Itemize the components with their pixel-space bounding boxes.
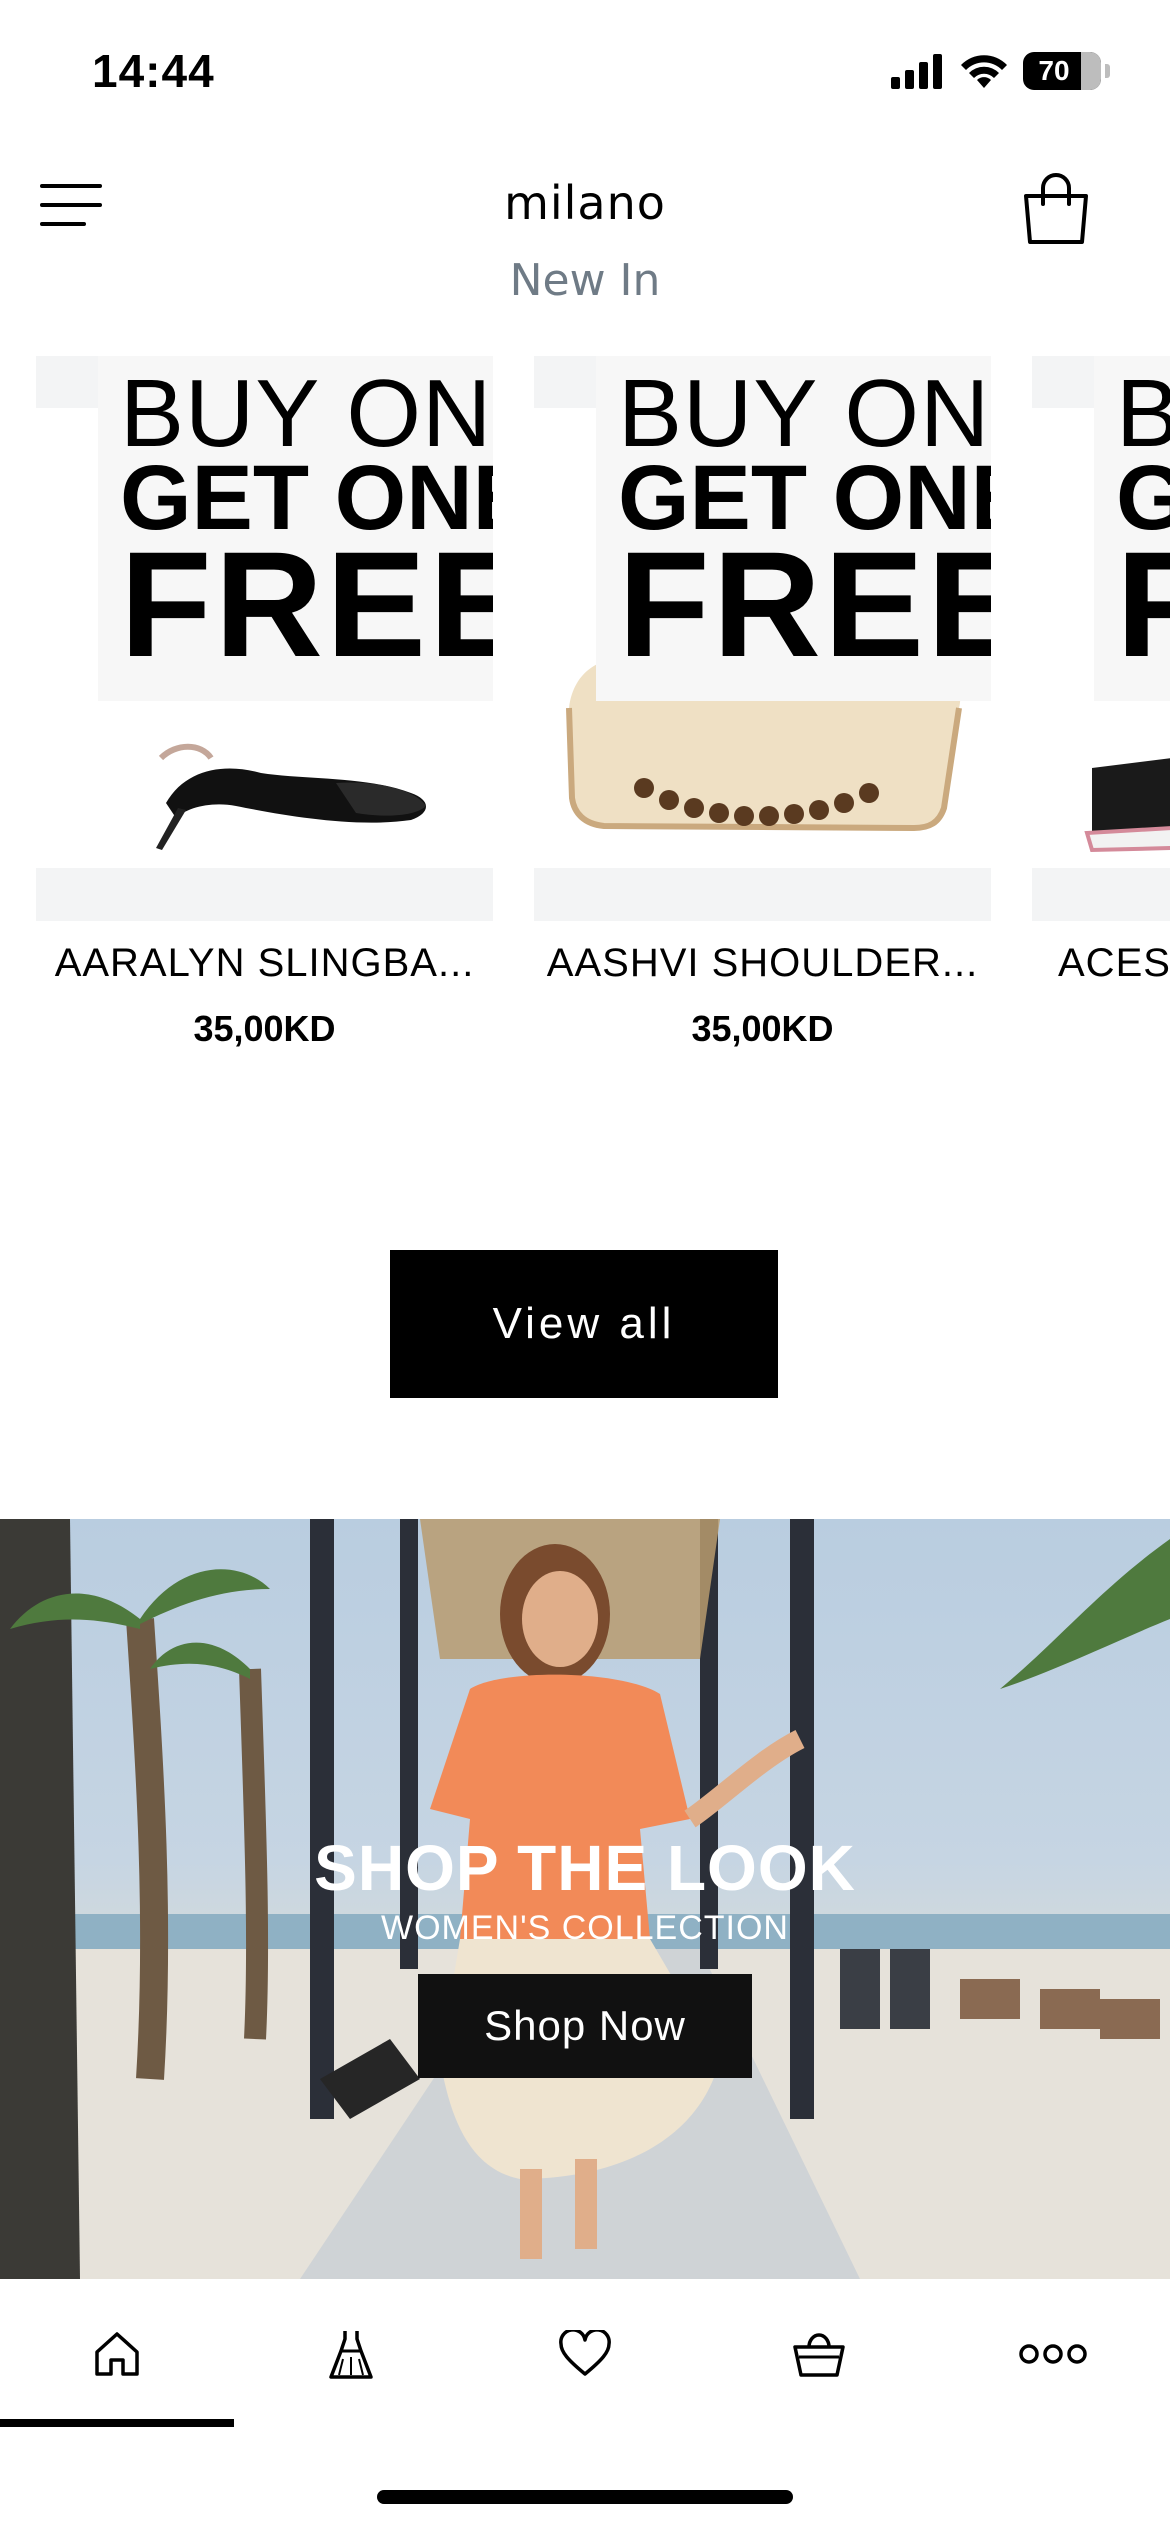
tab-cart[interactable] (702, 2279, 936, 2429)
product-price: 35,00KD (193, 1008, 336, 1049)
shopping-bag-icon[interactable] (1018, 170, 1094, 246)
app-header: milano (0, 150, 1170, 270)
shop-the-look-banner[interactable]: SHOP THE LOOK WOMEN'S COLLECTION Shop No… (0, 1519, 1170, 2279)
status-time: 14:44 (92, 45, 215, 97)
wifi-icon (961, 55, 1007, 88)
promo-line: FREE (120, 520, 493, 688)
product-card[interactable]: BUY ONE GET ONE FREE AARALYN SLINGBA... … (36, 356, 493, 1050)
product-price: 35,00KD (691, 1008, 834, 1049)
home-indicator[interactable] (377, 2490, 793, 2504)
active-tab-indicator (0, 2419, 234, 2427)
promo-badge: BUY ONE GET ONE FREE (1094, 356, 1170, 701)
promo-line: FREE (618, 520, 991, 688)
basket-icon (793, 2333, 845, 2377)
product-image[interactable]: BUY ONE GET ONE FREE (1032, 356, 1170, 921)
product-carousel[interactable]: BUY ONE GET ONE FREE AARALYN SLINGBA... … (0, 356, 1170, 1076)
more-icon (1019, 2344, 1087, 2364)
product-name[interactable]: ACESP (1032, 941, 1170, 986)
promo-line: BUY ONE (120, 360, 493, 467)
banner-title: SHOP THE LOOK (314, 1832, 856, 1904)
dress-icon (329, 2331, 373, 2379)
promo-line: FREE (1116, 520, 1170, 688)
battery-icon: 70 (1023, 52, 1101, 90)
section-title: New In (509, 255, 661, 306)
product-name[interactable]: AASHVI SHOULDER... (534, 941, 991, 986)
banner-subtitle: WOMEN'S COLLECTION (381, 1909, 789, 1947)
product-card[interactable]: BUY ONE GET ONE FREE AASHVI SHOULDER... … (534, 356, 991, 1050)
tab-home[interactable] (0, 2279, 234, 2429)
product-image[interactable]: BUY ONE GET ONE FREE (534, 356, 991, 921)
promo-line: BUY ONE (1116, 360, 1170, 467)
brand-logo[interactable]: milano (0, 176, 1170, 230)
tab-more[interactable] (936, 2279, 1170, 2429)
battery-level: 70 (1038, 55, 1070, 86)
bottom-tab-bar (0, 2279, 1170, 2429)
home-icon (95, 2332, 139, 2376)
tab-clothing[interactable] (234, 2279, 468, 2429)
tab-wishlist[interactable] (468, 2279, 702, 2429)
status-bar: 14:44 70 (0, 0, 1170, 140)
shop-now-button[interactable]: Shop Now (418, 1974, 752, 2078)
product-name[interactable]: AARALYN SLINGBA... (36, 941, 493, 986)
cellular-signal-icon (891, 54, 942, 89)
status-icons: 70 (891, 52, 1110, 90)
product-image[interactable]: BUY ONE GET ONE FREE (36, 356, 493, 921)
promo-badge: BUY ONE GET ONE FREE (596, 356, 991, 701)
view-all-button[interactable]: View all (390, 1250, 778, 1398)
promo-line: BUY ONE (618, 360, 991, 467)
heart-icon (559, 2330, 611, 2376)
product-card[interactable]: BUY ONE GET ONE FREE ACESP (1032, 356, 1170, 1008)
promo-badge: BUY ONE GET ONE FREE (98, 356, 493, 701)
